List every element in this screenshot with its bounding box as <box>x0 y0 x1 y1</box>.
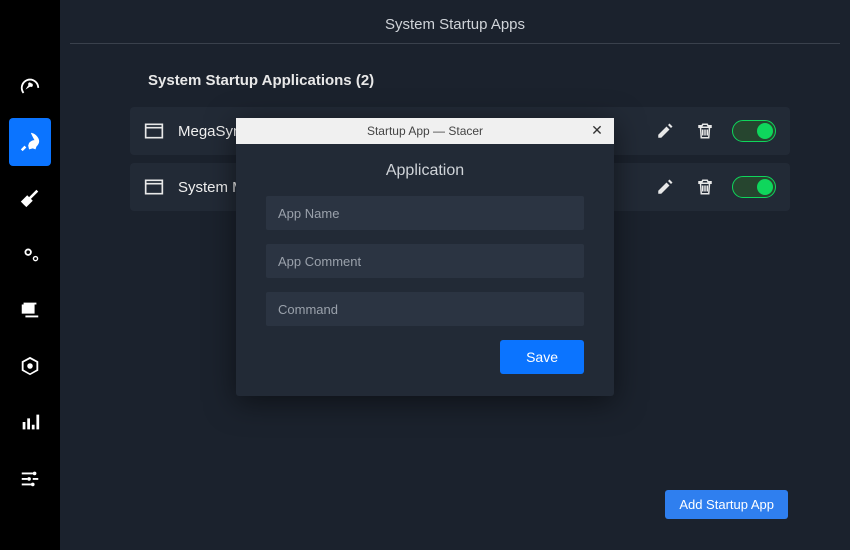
app-comment-input[interactable] <box>266 244 584 278</box>
add-app-dialog: Startup App — Stacer ✕ Application Save <box>236 118 614 396</box>
edit-button[interactable] <box>652 118 678 144</box>
trash-icon <box>696 122 714 140</box>
sidebar-item-cleaner[interactable] <box>9 174 51 222</box>
package-icon <box>19 355 41 377</box>
window-icon <box>144 178 164 196</box>
sidebar-item-resources[interactable] <box>9 398 51 446</box>
dialog-body: Application Save <box>236 144 614 396</box>
close-icon: ✕ <box>591 122 603 139</box>
sidebar-item-startup[interactable] <box>9 118 51 166</box>
sidebar <box>0 0 60 550</box>
dialog-close-button[interactable]: ✕ <box>588 121 606 139</box>
trash-icon <box>696 178 714 196</box>
chart-icon <box>19 411 41 433</box>
enable-toggle[interactable] <box>732 176 776 198</box>
sidebar-item-settings[interactable] <box>9 454 51 502</box>
rocket-icon <box>19 131 41 153</box>
sliders-icon <box>19 467 41 489</box>
sidebar-item-dashboard[interactable] <box>9 62 51 110</box>
delete-button[interactable] <box>692 118 718 144</box>
page-title: System Startup Apps <box>70 10 840 44</box>
dialog-title: Startup App — Stacer <box>367 124 483 138</box>
gears-icon <box>19 243 41 265</box>
pencil-icon <box>656 178 674 196</box>
enable-toggle[interactable] <box>732 120 776 142</box>
sidebar-item-uninstaller[interactable] <box>9 342 51 390</box>
dialog-titlebar: Startup App — Stacer ✕ <box>236 118 614 144</box>
delete-button[interactable] <box>692 174 718 200</box>
sidebar-item-services[interactable] <box>9 230 51 278</box>
sidebar-item-processes[interactable] <box>9 286 51 334</box>
app-command-input[interactable] <box>266 292 584 326</box>
pencil-icon <box>656 122 674 140</box>
dialog-heading: Application <box>266 162 584 180</box>
section-title: System Startup Applications (2) <box>148 72 840 89</box>
gauge-icon <box>19 75 41 97</box>
save-button[interactable]: Save <box>500 340 584 374</box>
add-startup-app-button[interactable]: Add Startup App <box>665 490 788 519</box>
toggle-knob <box>757 179 773 195</box>
edit-button[interactable] <box>652 174 678 200</box>
toggle-knob <box>757 123 773 139</box>
window-icon <box>144 122 164 140</box>
cards-icon <box>19 299 41 321</box>
broom-icon <box>19 187 41 209</box>
app-name-input[interactable] <box>266 196 584 230</box>
